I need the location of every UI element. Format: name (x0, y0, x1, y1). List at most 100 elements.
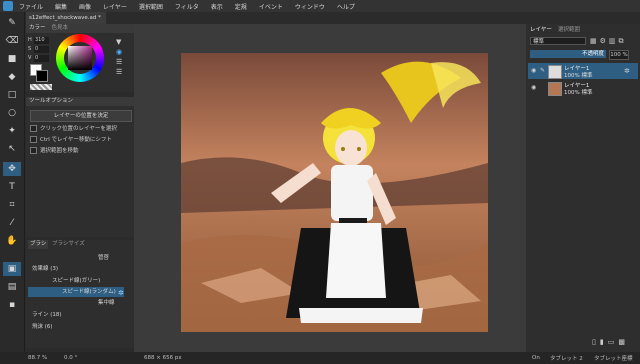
tab-brush-size[interactable]: ブラシサイズ (50, 240, 87, 249)
brush-item[interactable]: 集中線 (28, 298, 124, 308)
slider-mode-icon[interactable]: ☰ (116, 58, 128, 68)
move-tool-icon[interactable]: ✥ (3, 162, 21, 176)
h-field: H 310 (28, 36, 52, 44)
wheel-mode-icon[interactable]: ◉ (116, 48, 128, 58)
layer-mode: 100% 標準 (564, 90, 593, 96)
layer-row-selected[interactable]: ◉ ✎ レイヤー1 100% 標準 ✲ (528, 63, 638, 79)
v-input[interactable]: 0 (34, 54, 49, 62)
layer-row[interactable]: ◉ レイヤー1 100% 標準 (528, 80, 638, 96)
brush-folder[interactable]: ライン (18) (28, 310, 124, 320)
eyedropper-icon[interactable]: ⁄ (3, 216, 21, 230)
link-icon[interactable]: ⧉ (619, 37, 624, 46)
commit-layer-position-button[interactable]: レイヤーの位置を決定 (30, 110, 132, 122)
new-layer-icon[interactable]: ▦ (590, 37, 597, 46)
transparent-swatch[interactable] (30, 84, 52, 90)
layer-bottom-toolbar: ▯ ▮ ▭ ▩ (592, 338, 636, 348)
lasso-icon[interactable]: ↖ (3, 142, 21, 156)
zoom-level[interactable]: 88.7 % (28, 355, 47, 361)
edit-mode-icon[interactable]: ▣ (3, 262, 21, 276)
opacity-value[interactable]: 100 % (609, 50, 629, 60)
layer-settings-icon[interactable]: ⚙ (600, 37, 606, 46)
color-mode-icon[interactable]: ▼ (116, 38, 128, 48)
merge-icon[interactable]: ▥ (609, 37, 616, 46)
text-tool-icon[interactable]: T (3, 180, 21, 194)
layer-mode: 100% 標準 (564, 73, 593, 79)
h-input[interactable]: 310 (34, 36, 49, 44)
app-logo-icon (3, 1, 13, 11)
eye-icon[interactable]: ◉ (531, 67, 536, 74)
menu-image[interactable]: 画像 (79, 2, 91, 11)
saturation-value-square[interactable] (68, 46, 92, 70)
checkbox-box[interactable] (30, 146, 37, 154)
menu-filter[interactable]: フィルタ (175, 2, 199, 11)
tab-brush[interactable]: ブラシ (28, 240, 49, 249)
new-file-icon[interactable]: ▯ (592, 338, 596, 348)
brush-settings-icon[interactable]: ✲ (118, 289, 124, 297)
duplicate-icon[interactable]: ▮ (600, 338, 604, 348)
pen-tool-icon[interactable]: ✎ (3, 16, 21, 30)
eye-icon[interactable]: ◉ (531, 84, 536, 91)
fill-tool-icon[interactable]: ◆ (3, 70, 21, 84)
background-color-swatch[interactable] (36, 70, 48, 82)
checkbox-move-selection[interactable]: 選択範囲を移動 (30, 146, 79, 154)
magic-wand-icon[interactable]: ✦ (3, 124, 21, 138)
status-bar: 88.7 % 0.0 ° 688 × 656 px On タブレット 2 タブレ… (0, 352, 640, 364)
tool-bar: ✎ ⌫ ■ ◆ □ ○ ✦ ↖ ✥ T ⌗ ⁄ ✋ ▣ ▤ ▪ (0, 12, 25, 352)
brush-folder[interactable]: 飛沫 (6) (28, 322, 124, 332)
opacity-slider[interactable]: 不透明度 (530, 50, 606, 58)
menu-edit[interactable]: 編集 (55, 2, 67, 11)
tool-options-title: ツールオプション (26, 97, 134, 106)
tablet-label[interactable]: タブレット 2 (550, 354, 583, 362)
menu-help[interactable]: ヘルプ (337, 2, 355, 11)
tab-swatches[interactable]: 色見本 (52, 24, 69, 33)
menu-file[interactable]: ファイル (19, 2, 43, 11)
brush-folder[interactable]: 効果線 (3) (28, 264, 124, 274)
document-tab[interactable]: s12effect_shockwave.ad * (26, 12, 106, 24)
rect-tool-icon[interactable]: ■ (3, 52, 21, 66)
tab-color[interactable]: カラー (29, 24, 46, 33)
checkbox-box[interactable] (30, 135, 37, 143)
brush-lock-icon[interactable]: ✎ (540, 67, 545, 74)
menu-ruler[interactable]: 定規 (235, 2, 247, 11)
blend-mode-select[interactable]: 標準 (530, 37, 586, 45)
canvas-size: 688 × 656 px (144, 355, 182, 361)
s-field: S 0 (28, 45, 52, 53)
brush-item[interactable]: スピード線(ガリー) (28, 276, 124, 286)
menu-view[interactable]: 表示 (211, 2, 223, 11)
artwork-image (181, 53, 488, 332)
menu-bar: ファイル 編集 画像 レイヤー 選択範囲 フィルタ 表示 定規 イベント ウィン… (0, 0, 640, 12)
menu-layer[interactable]: レイヤー (103, 2, 127, 11)
rotation-angle[interactable]: 0.0 ° (64, 355, 77, 361)
folder-icon[interactable]: ▭ (608, 338, 615, 348)
color-panel-header: カラー 色見本 (26, 24, 134, 33)
tablet-on[interactable]: On (532, 355, 540, 361)
brush-item-selected[interactable]: スピード線(ランダム) (28, 287, 124, 297)
select-rect-icon[interactable]: □ (3, 88, 21, 102)
layer-toolbar: ▦ ⚙ ▥ ⧉ (590, 37, 636, 46)
menu-window[interactable]: ウィンドウ (295, 2, 325, 11)
checkbox-ctrl-shift[interactable]: Ctrl でレイヤー移動にシフト (30, 135, 112, 143)
select-ellipse-icon[interactable]: ○ (3, 106, 21, 120)
brush-item[interactable]: 管啓 (28, 253, 124, 263)
crop-tool-icon[interactable]: ⌗ (3, 198, 21, 212)
tab-selection[interactable]: 選択範囲 (558, 26, 580, 34)
tab-layers[interactable]: レイヤー (530, 26, 552, 34)
palette-mode-icon[interactable]: ☰ (116, 68, 128, 78)
lock-icon[interactable]: ▪ (3, 298, 21, 312)
hand-tool-icon[interactable]: ✋ (3, 234, 21, 248)
canvas-artwork[interactable] (181, 53, 488, 332)
checkbox-box[interactable] (30, 124, 37, 132)
layer-thumbnail (548, 82, 562, 96)
checkbox-select-layer-on-click[interactable]: クリック位置のレイヤーを選択 (30, 124, 117, 132)
menu-selection[interactable]: 選択範囲 (139, 2, 163, 11)
menu-event[interactable]: イベント (259, 2, 283, 11)
layer-effect-icon[interactable]: ✲ (624, 67, 630, 75)
layer-thumbnail (548, 65, 562, 79)
v-field: V 0 (28, 54, 52, 62)
eraser-tool-icon[interactable]: ⌫ (3, 34, 21, 48)
mask-icon[interactable]: ▤ (3, 280, 21, 294)
s-input[interactable]: 0 (34, 45, 49, 53)
trash-icon[interactable]: ▩ (618, 338, 625, 348)
tablet-coords[interactable]: タブレット座標 (594, 354, 633, 362)
color-mode-buttons: ▼ ◉ ☰ ☰ (116, 38, 128, 86)
